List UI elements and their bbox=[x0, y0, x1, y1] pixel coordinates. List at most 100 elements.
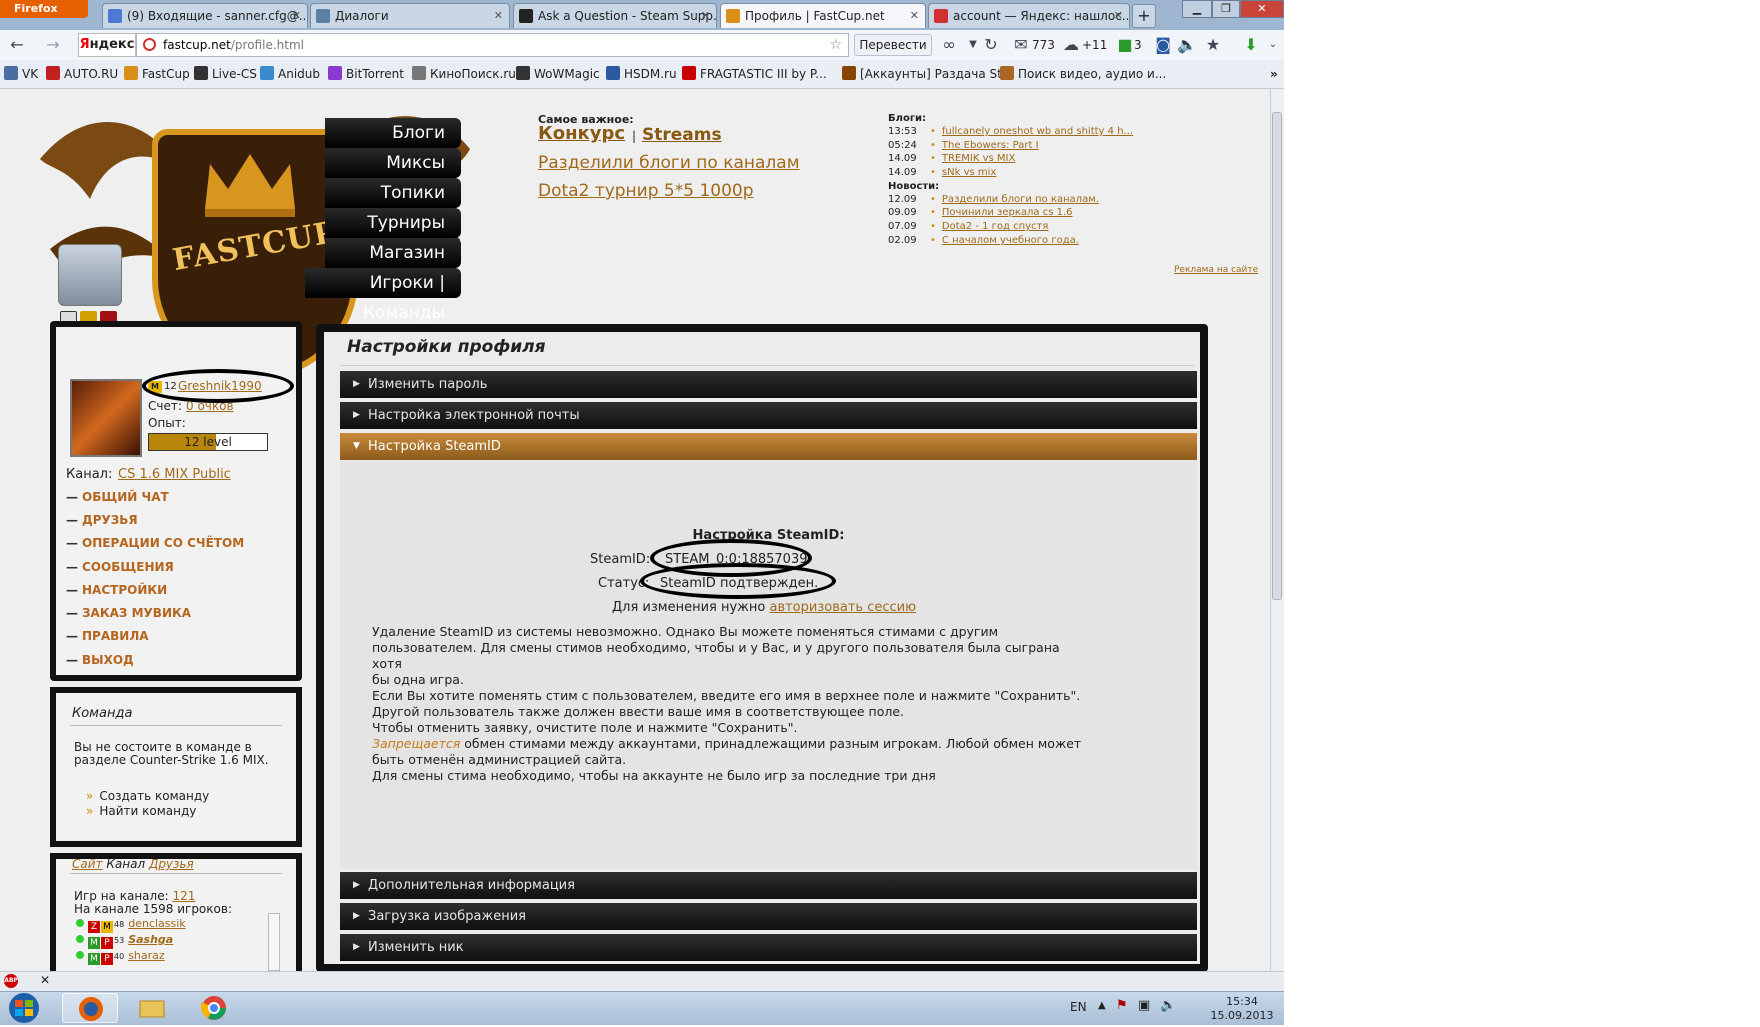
tray-expand-icon[interactable]: ▲ bbox=[1098, 1000, 1106, 1011]
bookmark-item[interactable]: FRAGTASTIC III by P... bbox=[682, 66, 827, 82]
players-scrollbar[interactable] bbox=[268, 913, 280, 971]
tab-close-icon[interactable]: ✕ bbox=[701, 4, 710, 28]
section-upload-image[interactable]: ▶ Загрузка изображения bbox=[340, 903, 1197, 930]
left-menu-messages[interactable]: — СООБЩЕНИЯ bbox=[66, 560, 174, 574]
search-engine-brand[interactable]: Яндекс bbox=[78, 33, 136, 57]
adblock-icon[interactable]: ABP bbox=[4, 974, 18, 988]
left-menu-account-ops[interactable]: — ОПЕРАЦИИ СО СЧЁТОМ bbox=[66, 536, 244, 550]
bookmark-star-icon[interactable]: ☆ bbox=[829, 34, 842, 56]
download-arrow-icon[interactable]: ⬇ bbox=[1240, 34, 1262, 56]
network-icon[interactable]: ▣ bbox=[1138, 998, 1150, 1013]
game-cs-icon[interactable] bbox=[58, 244, 122, 306]
bookmark-item[interactable]: BitTorrent bbox=[328, 66, 404, 82]
left-menu-order-movie[interactable]: — ЗАКАЗ МУВИКА bbox=[66, 606, 191, 620]
tab-close-icon[interactable]: ✕ bbox=[292, 4, 301, 28]
browser-tab[interactable]: Диалоги ✕ bbox=[310, 3, 510, 28]
reload-icon[interactable]: ↻ bbox=[980, 34, 1002, 56]
bookmark-item[interactable]: AUTO.RU bbox=[46, 66, 118, 82]
section-steamid-settings[interactable]: ▼ Настройка SteamID bbox=[340, 433, 1197, 460]
player-row[interactable]: M P 53 Sashga bbox=[76, 933, 173, 949]
blog-link[interactable]: The Ebowers: Part I bbox=[942, 140, 1039, 151]
mail-count[interactable]: 773 bbox=[1032, 34, 1055, 56]
avatar[interactable] bbox=[70, 379, 142, 457]
nav-mixes[interactable]: Миксы bbox=[325, 148, 461, 178]
bookmark-item[interactable]: WoWMagic bbox=[516, 66, 600, 82]
address-bar[interactable]: fastcup.net/profile.html ☆ bbox=[136, 33, 849, 57]
section-additional-info[interactable]: ▶ Дополнительная информация bbox=[340, 872, 1197, 899]
taskbar-firefox[interactable] bbox=[62, 993, 118, 1023]
left-menu-friends[interactable]: — ДРУЗЬЯ bbox=[66, 513, 138, 527]
translate-button[interactable]: Перевести bbox=[854, 34, 932, 56]
konkurs-link[interactable]: Конкурс bbox=[538, 123, 625, 144]
advertising-link[interactable]: Реклама на сайте bbox=[1174, 265, 1258, 275]
close-icon[interactable]: ✕ bbox=[40, 973, 50, 987]
clock[interactable]: 15:34 15.09.2013 bbox=[1204, 995, 1280, 1023]
badge-count[interactable]: 3 bbox=[1134, 34, 1142, 56]
maximize-button[interactable]: ❐ bbox=[1212, 0, 1240, 18]
tab-close-icon[interactable]: ✕ bbox=[494, 4, 503, 28]
section-change-nick[interactable]: ▶ Изменить ник bbox=[340, 934, 1197, 961]
menu-chevron-icon[interactable]: ⌄ bbox=[1262, 34, 1284, 56]
nav-topics[interactable]: Топики bbox=[325, 178, 461, 208]
player-row[interactable]: M P 40 sharaz bbox=[76, 949, 165, 965]
authorize-session-link[interactable]: авторизовать сессию bbox=[769, 600, 916, 615]
minimize-button[interactable]: ▁ bbox=[1182, 0, 1212, 18]
language-indicator[interactable]: EN bbox=[1070, 1000, 1087, 1014]
bookmark-item[interactable]: HSDM.ru bbox=[606, 66, 677, 82]
player-row[interactable]: Z M 48 denclassik bbox=[76, 917, 186, 933]
tab-channel[interactable]: Канал bbox=[106, 857, 145, 871]
close-window-button[interactable]: ✕ bbox=[1240, 0, 1284, 18]
important-link[interactable]: Dota2 турнир 5*5 1000р bbox=[538, 181, 754, 201]
bookmarks-menu-icon[interactable]: ★ bbox=[1202, 34, 1224, 56]
bookmarks-overflow-button[interactable]: » bbox=[1270, 66, 1278, 82]
bookmark-item[interactable]: Поиск видео, аудио и... bbox=[1000, 66, 1166, 82]
tab-close-icon[interactable]: ✕ bbox=[910, 4, 919, 28]
forward-arrow-icon[interactable]: → bbox=[42, 34, 64, 56]
tab-friends[interactable]: Друзья bbox=[149, 857, 194, 871]
bookmark-item[interactable]: КиноПоиск.ru bbox=[412, 66, 516, 82]
section-change-password[interactable]: ▶ Изменить пароль bbox=[340, 371, 1197, 398]
speaker-icon[interactable]: 🔈 bbox=[1176, 34, 1198, 56]
news-link[interactable]: Dota2 - 1 год спустя bbox=[942, 221, 1049, 232]
bookmark-item[interactable]: VK bbox=[4, 66, 38, 82]
site-identity-icon[interactable] bbox=[143, 38, 156, 51]
weather-temp[interactable]: +11 bbox=[1082, 34, 1107, 56]
create-team-link[interactable]: » Создать команду bbox=[86, 789, 209, 803]
news-link[interactable]: Разделили блоги по каналам. bbox=[942, 194, 1099, 205]
nav-blogs[interactable]: Блоги bbox=[325, 118, 461, 148]
streams-link[interactable]: Streams bbox=[642, 125, 722, 145]
browser-tab[interactable]: Ask a Question - Steam Supp... ✕ bbox=[513, 3, 717, 28]
bookmark-item[interactable]: Anidub bbox=[260, 66, 320, 82]
back-arrow-icon[interactable]: ← bbox=[6, 34, 28, 56]
nav-tournaments[interactable]: Турниры bbox=[325, 208, 461, 238]
find-team-link[interactable]: » Найти команду bbox=[86, 804, 196, 818]
browser-tab-active[interactable]: Профиль | FastCup.net ✕ bbox=[720, 3, 926, 28]
browser-tab[interactable]: (9) Входящие - sanner.cfg@... ✕ bbox=[102, 3, 308, 28]
taskbar-chrome[interactable] bbox=[186, 993, 242, 1023]
section-email-settings[interactable]: ▶ Настройка электронной почты bbox=[340, 402, 1197, 429]
nav-players-teams[interactable]: Игроки | Команды bbox=[305, 268, 461, 323]
bookmark-item[interactable]: Live-CS bbox=[194, 66, 257, 82]
windows-start-icon[interactable] bbox=[2, 992, 46, 1024]
channel-link[interactable]: CS 1.6 MIX Public bbox=[118, 467, 231, 482]
volume-icon[interactable]: 🔈 bbox=[1160, 998, 1176, 1013]
left-menu-rules[interactable]: — ПРАВИЛА bbox=[66, 629, 149, 643]
score-value-link[interactable]: 0 очков bbox=[186, 399, 234, 413]
addon-icon[interactable]: ◙ bbox=[1152, 34, 1174, 56]
tab-close-icon[interactable]: ✕ bbox=[1114, 4, 1123, 28]
firefox-menu-button[interactable]: Firefox bbox=[0, 0, 88, 18]
tab-site[interactable]: Сайт bbox=[72, 857, 103, 871]
nav-shop[interactable]: Магазин bbox=[325, 238, 461, 268]
tray-flag-icon[interactable]: ⚑ bbox=[1116, 998, 1128, 1013]
blog-link[interactable]: sNk vs mix bbox=[942, 167, 996, 178]
weather-cloud-icon[interactable]: ☁ bbox=[1060, 34, 1082, 56]
mail-icon[interactable]: ✉ bbox=[1010, 34, 1032, 56]
games-count-link[interactable]: 121 bbox=[172, 889, 195, 903]
left-menu-logout[interactable]: — ВЫХОД bbox=[66, 653, 134, 667]
blog-link[interactable]: TREMIK vs MIX bbox=[942, 153, 1015, 164]
reader-glasses-icon[interactable]: ∞ bbox=[938, 34, 960, 56]
blog-link[interactable]: fullcanely oneshot wb and shitty 4 h... bbox=[942, 126, 1133, 137]
important-link[interactable]: Разделили блоги по каналам bbox=[538, 153, 800, 173]
news-link[interactable]: Починили зеркала cs 1.6 bbox=[942, 207, 1073, 218]
page-scrollbar-thumb[interactable] bbox=[1272, 112, 1282, 600]
